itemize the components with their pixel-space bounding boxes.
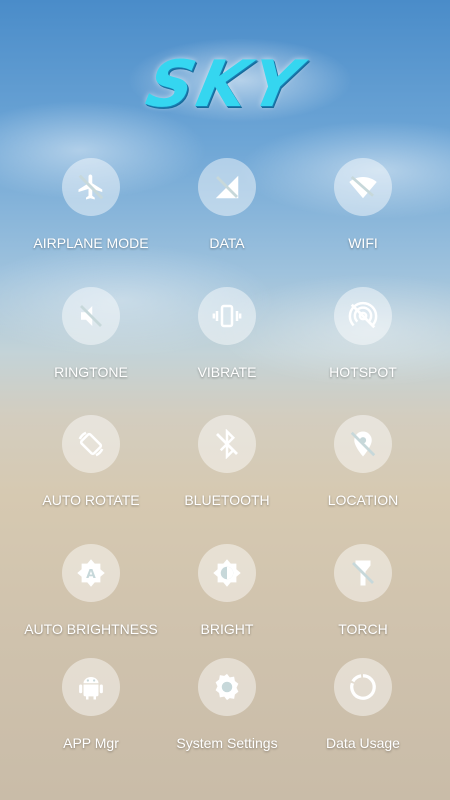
torch-label: TORCH <box>338 621 388 637</box>
auto-rotate-toggle[interactable]: AUTO ROTATE <box>16 415 166 508</box>
settings-gear-icon <box>198 658 256 716</box>
airplane-mode-label: AIRPLANE MODE <box>33 235 149 251</box>
bright-toggle[interactable]: BRIGHT <box>152 544 302 637</box>
speaker-muted-icon <box>62 287 120 345</box>
vibrate-label: VIBRATE <box>197 364 257 380</box>
system-settings-label: System Settings <box>176 735 278 751</box>
data-usage-label: Data Usage <box>326 735 400 751</box>
system-settings-button[interactable]: System Settings <box>152 658 302 751</box>
torch-icon <box>334 544 392 602</box>
torch-toggle[interactable]: TORCH <box>288 544 438 637</box>
hotspot-toggle[interactable]: HOTSPOT <box>288 287 438 380</box>
auto-rotate-label: AUTO ROTATE <box>42 492 140 508</box>
vibrate-toggle[interactable]: VIBRATE <box>152 287 302 380</box>
airplane-mode-toggle[interactable]: AIRPLANE MODE <box>16 158 166 251</box>
app-manager-label: APP Mgr <box>63 735 119 751</box>
auto-brightness-icon: A <box>62 544 120 602</box>
auto-brightness-toggle[interactable]: A AUTO BRIGHTNESS <box>16 544 166 637</box>
ringtone-label: RINGTONE <box>54 364 128 380</box>
wifi-off-icon <box>334 158 392 216</box>
data-usage-button[interactable]: Data Usage <box>288 658 438 751</box>
data-label: DATA <box>209 235 245 251</box>
location-off-icon <box>334 415 392 473</box>
location-toggle[interactable]: LOCATION <box>288 415 438 508</box>
vibrate-icon <box>198 287 256 345</box>
bluetooth-off-icon <box>198 415 256 473</box>
data-usage-icon <box>334 658 392 716</box>
app-manager-button[interactable]: APP Mgr <box>16 658 166 751</box>
wifi-label: WIFI <box>348 235 378 251</box>
bluetooth-toggle[interactable]: BLUETOOTH <box>152 415 302 508</box>
location-label: LOCATION <box>327 492 399 508</box>
quick-settings-grid: AIRPLANE MODE DATA WIFI RINGTONE VIBRATE… <box>0 0 450 800</box>
hotspot-label: HOTSPOT <box>329 364 397 380</box>
mobile-data-off-icon <box>198 158 256 216</box>
data-toggle[interactable]: DATA <box>152 158 302 251</box>
bluetooth-label: BLUETOOTH <box>184 492 270 508</box>
brightness-icon <box>198 544 256 602</box>
ringtone-toggle[interactable]: RINGTONE <box>16 287 166 380</box>
auto-brightness-label: AUTO BRIGHTNESS <box>24 621 158 637</box>
android-icon <box>62 658 120 716</box>
airplane-off-icon <box>62 158 120 216</box>
wifi-toggle[interactable]: WIFI <box>288 158 438 251</box>
bright-label: BRIGHT <box>200 621 254 637</box>
svg-text:A: A <box>86 566 96 581</box>
rotate-icon <box>62 415 120 473</box>
hotspot-off-icon <box>334 287 392 345</box>
